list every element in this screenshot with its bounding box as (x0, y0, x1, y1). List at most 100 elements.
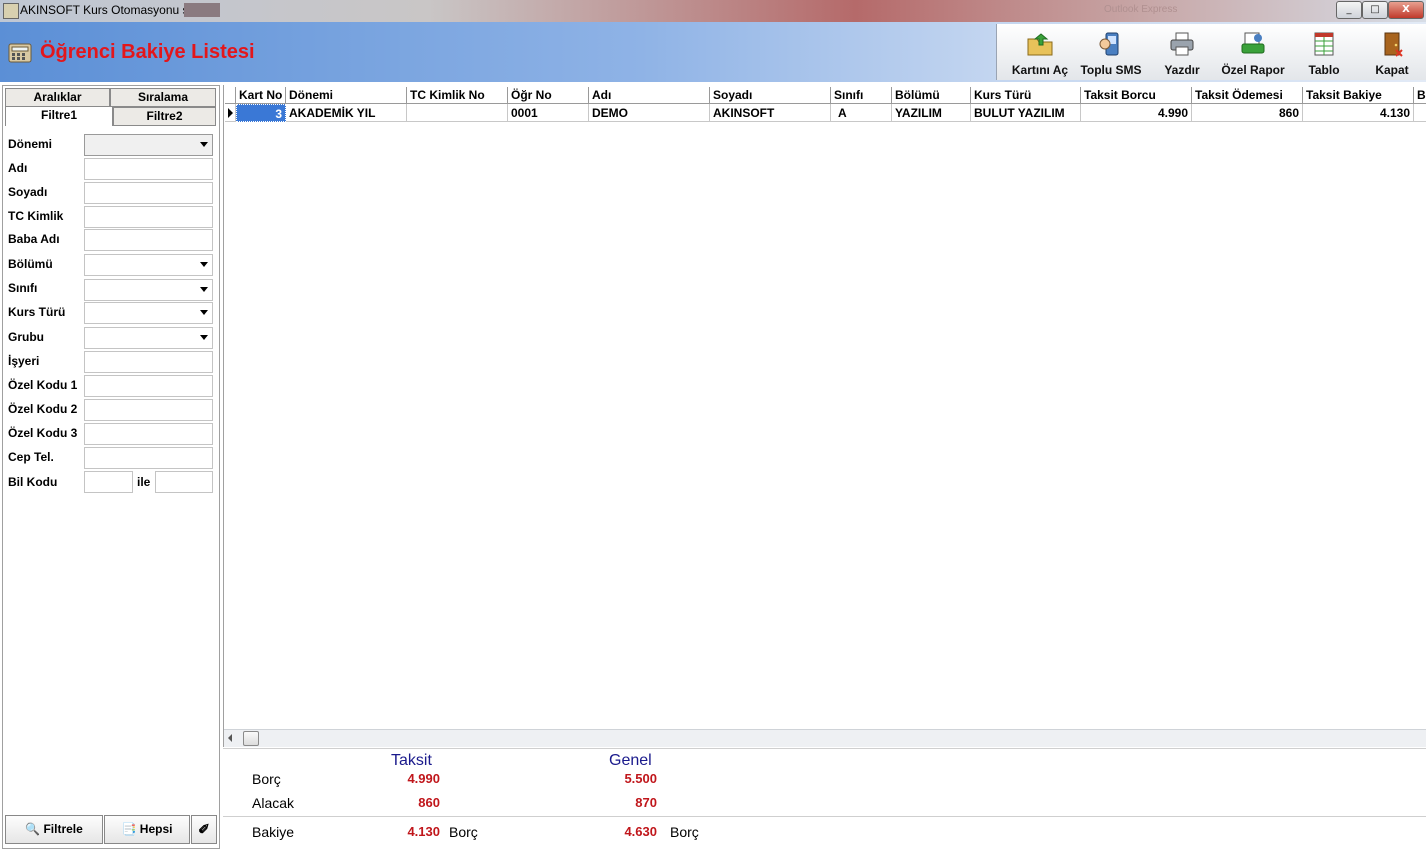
table-cell-adi[interactable]: DEMO (589, 104, 710, 122)
range-separator: ile (137, 475, 151, 489)
summary-taksit-borc: 4.990 (407, 771, 440, 786)
all-button-label: Hepsi (139, 822, 173, 836)
table-cell-taksit-bakiye[interactable]: 4.130 (1303, 104, 1414, 122)
table-button[interactable]: Tablo (1293, 24, 1355, 80)
scroll-thumb[interactable] (243, 731, 259, 746)
column-header-taksit-odemesi[interactable]: Taksit Ödemesi (1192, 87, 1303, 104)
column-header-taksit-bakiye[interactable]: Taksit Bakiye (1303, 87, 1414, 104)
sinifi-combo[interactable] (84, 279, 213, 301)
cep-tel-input[interactable] (84, 447, 213, 469)
bil-kodu-from-input[interactable] (84, 471, 133, 493)
column-header-b[interactable]: B (1414, 87, 1426, 104)
bulk-sms-button[interactable]: Toplu SMS (1077, 24, 1145, 80)
horizontal-scrollbar[interactable] (224, 729, 1426, 747)
tab-araliklar[interactable]: Aralıklar (5, 88, 110, 107)
bulk-sms-label: Toplu SMS (1080, 63, 1142, 77)
field-label-grubu: Grubu (8, 330, 44, 344)
summary-taksit-bakiye-type: Borç (449, 824, 478, 840)
clear-filter-button[interactable]: ✐ (191, 815, 217, 844)
field-label-ozel-kodu-3: Özel Kodu 3 (8, 426, 78, 440)
field-label-cep-tel: Cep Tel. (8, 450, 54, 464)
column-header-tc-kimlik-no[interactable]: TC Kimlik No (407, 87, 508, 104)
column-header-kart-no[interactable]: Kart No (236, 87, 286, 104)
bolumu-combo[interactable] (84, 254, 213, 276)
custom-report-button[interactable]: Özel Rapor (1219, 24, 1287, 80)
field-label-kurs-turu: Kurs Türü (8, 305, 66, 319)
background-window-label: Outlook Express (1104, 4, 1178, 15)
redacted-block (184, 3, 220, 17)
adi-input[interactable] (84, 158, 213, 180)
ozel-kodu-2-input[interactable] (84, 399, 213, 421)
tab-siralama[interactable]: Sıralama (110, 88, 216, 107)
print-button[interactable]: Yazdır (1149, 24, 1215, 80)
tc-kimlik-input[interactable] (84, 206, 213, 228)
table-cell-taksit-borcu[interactable]: 4.990 (1081, 104, 1192, 122)
table-label: Tablo (1308, 63, 1340, 77)
magnifier-icon: 🔍 (25, 822, 41, 836)
column-header-donemi[interactable]: Dönemi (286, 87, 407, 104)
table-cell-ogr-no[interactable]: 0001 (508, 104, 589, 122)
sms-icon (1099, 32, 1119, 56)
toolbar: Kartını Aç Toplu SMS Yazdır Özel Rapor T… (996, 24, 1426, 80)
chevron-down-icon (200, 142, 208, 147)
summary-header-genel: Genel (609, 752, 652, 769)
open-card-button[interactable]: Kartını Aç (1005, 24, 1075, 80)
column-header-sinifi[interactable]: Sınıfı (831, 87, 892, 104)
chevron-down-icon (200, 262, 208, 267)
field-label-donemi: Dönemi (8, 137, 53, 151)
printer-icon (1170, 32, 1194, 56)
donemi-combo[interactable] (84, 134, 213, 156)
all-button[interactable]: 📑 Hepsi (104, 815, 190, 844)
page-title: Öğrenci Bakiye Listesi (40, 41, 255, 63)
summary-genel-alacak: 870 (635, 795, 657, 810)
summary-divider (223, 816, 1426, 817)
table-cell-tc-kimlik-no[interactable] (407, 104, 508, 122)
isyeri-input[interactable] (84, 351, 213, 373)
tab-filtre2[interactable]: Filtre2 (113, 107, 216, 126)
summary-taksit-alacak: 860 (418, 795, 440, 810)
custom-report-label: Özel Rapor (1221, 63, 1285, 77)
grubu-combo[interactable] (84, 327, 213, 349)
summary-label-borc: Borç (252, 771, 281, 787)
print-label: Yazdır (1164, 63, 1200, 77)
field-label-isyeri: İşyeri (8, 354, 40, 368)
table-cell-donemi[interactable]: AKADEMİK YIL (286, 104, 407, 122)
table-cell-bolumu[interactable]: YAZILIM (892, 104, 971, 122)
maximize-button[interactable]: □ (1362, 1, 1388, 19)
column-header-bolumu[interactable]: Bölümü (892, 87, 971, 104)
tab-filtre1[interactable]: Filtre1 (5, 106, 113, 126)
soyadi-input[interactable] (84, 182, 213, 204)
window-title-bar: AKINSOFT Kurs Otomasyonu s Outlook Expre… (0, 0, 1426, 22)
close-button[interactable]: X (1388, 1, 1424, 19)
column-header-kurs-turu[interactable]: Kurs Türü (971, 87, 1081, 104)
summary-label-alacak: Alacak (252, 795, 295, 811)
baba-adi-input[interactable] (84, 229, 213, 251)
door-exit-icon (1384, 32, 1403, 57)
field-label-ozel-kodu-2: Özel Kodu 2 (8, 402, 78, 416)
table-cell-b[interactable] (1414, 104, 1426, 122)
folder-open-icon (1027, 33, 1053, 56)
row-indicator[interactable] (225, 104, 236, 122)
close-form-button[interactable]: Kapat (1361, 24, 1423, 80)
table-cell-soyadi[interactable]: AKINSOFT (710, 104, 831, 122)
scroll-left-icon[interactable] (228, 734, 232, 742)
table-icon (1314, 32, 1334, 56)
filter-button[interactable]: 🔍 Filtrele (5, 815, 103, 844)
ozel-kodu-1-input[interactable] (84, 375, 213, 397)
table-cell-sinifi[interactable]: A (831, 104, 892, 122)
column-header-soyadi[interactable]: Soyadı (710, 87, 831, 104)
table-cell-kurs-turu[interactable]: BULUT YAZILIM (971, 104, 1081, 122)
column-header-ogr-no[interactable]: Öğr No (508, 87, 589, 104)
table-cell-kart-no[interactable]: 3 (236, 104, 286, 122)
chevron-down-icon (200, 310, 208, 315)
bil-kodu-to-input[interactable] (155, 471, 213, 493)
field-label-tc-kimlik: TC Kimlik (8, 209, 64, 223)
minimize-button[interactable]: _ (1336, 1, 1362, 19)
table-cell-taksit-odemesi[interactable]: 860 (1192, 104, 1303, 122)
ozel-kodu-3-input[interactable] (84, 423, 213, 445)
column-header-adi[interactable]: Adı (589, 87, 710, 104)
calculator-icon (8, 43, 32, 63)
brush-icon: ✐ (198, 821, 210, 837)
kurs-turu-combo[interactable] (84, 302, 213, 324)
column-header-taksit-borcu[interactable]: Taksit Borcu (1081, 87, 1192, 104)
